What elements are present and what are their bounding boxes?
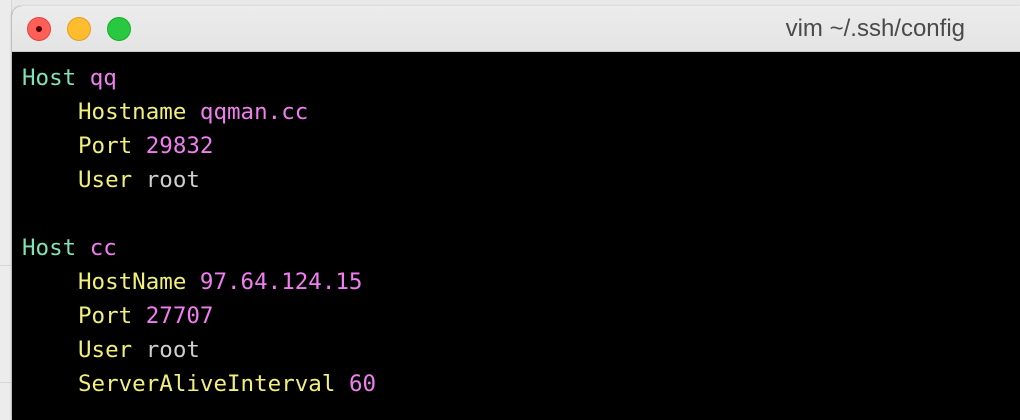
- config-line: Host cc: [22, 231, 1020, 265]
- title-bar[interactable]: vim ~/.ssh/config: [12, 6, 1020, 52]
- option-value: 29832: [145, 133, 214, 159]
- config-line: User root: [22, 163, 1020, 197]
- option-key: Port: [78, 133, 133, 159]
- option-value: 27707: [145, 303, 214, 329]
- host-name: qq: [89, 65, 117, 91]
- option-value: 97.64.124.15: [199, 269, 363, 295]
- divider: [0, 382, 12, 383]
- option-key: ServerAliveInterval: [78, 371, 336, 397]
- window-title: vim ~/.ssh/config: [785, 15, 965, 42]
- config-line: Host qq: [22, 61, 1020, 95]
- option-value: root: [145, 167, 200, 193]
- terminal-content[interactable]: Host qq Hostname qqman.cc Port 29832 Use…: [12, 52, 1020, 420]
- close-dot-icon: [36, 26, 42, 32]
- config-line: ServerAliveInterval 60: [22, 367, 1020, 401]
- config-line: User root: [22, 333, 1020, 367]
- option-key: User: [78, 337, 133, 363]
- option-value: qqman.cc: [199, 99, 309, 125]
- close-window-button[interactable]: [27, 17, 51, 41]
- host-keyword: Host: [22, 235, 77, 261]
- terminal-window: vim ~/.ssh/config Host qq Hostname qqman…: [12, 6, 1020, 420]
- config-line: Port 29832: [22, 129, 1020, 163]
- option-value: root: [145, 337, 200, 363]
- host-keyword: Host: [22, 65, 77, 91]
- option-key: User: [78, 167, 133, 193]
- host-name: cc: [89, 235, 117, 261]
- minimize-window-button[interactable]: [67, 17, 91, 41]
- option-key: HostName: [78, 269, 187, 295]
- option-key: Hostname: [78, 99, 187, 125]
- option-value: 60: [348, 371, 377, 397]
- config-line: Hostname qqman.cc: [22, 95, 1020, 129]
- zoom-window-button[interactable]: [107, 17, 131, 41]
- config-line: HostName 97.64.124.15: [22, 265, 1020, 299]
- option-key: Port: [78, 303, 133, 329]
- desktop-background: [0, 0, 12, 420]
- config-line: Port 27707: [22, 299, 1020, 333]
- divider: [0, 265, 12, 266]
